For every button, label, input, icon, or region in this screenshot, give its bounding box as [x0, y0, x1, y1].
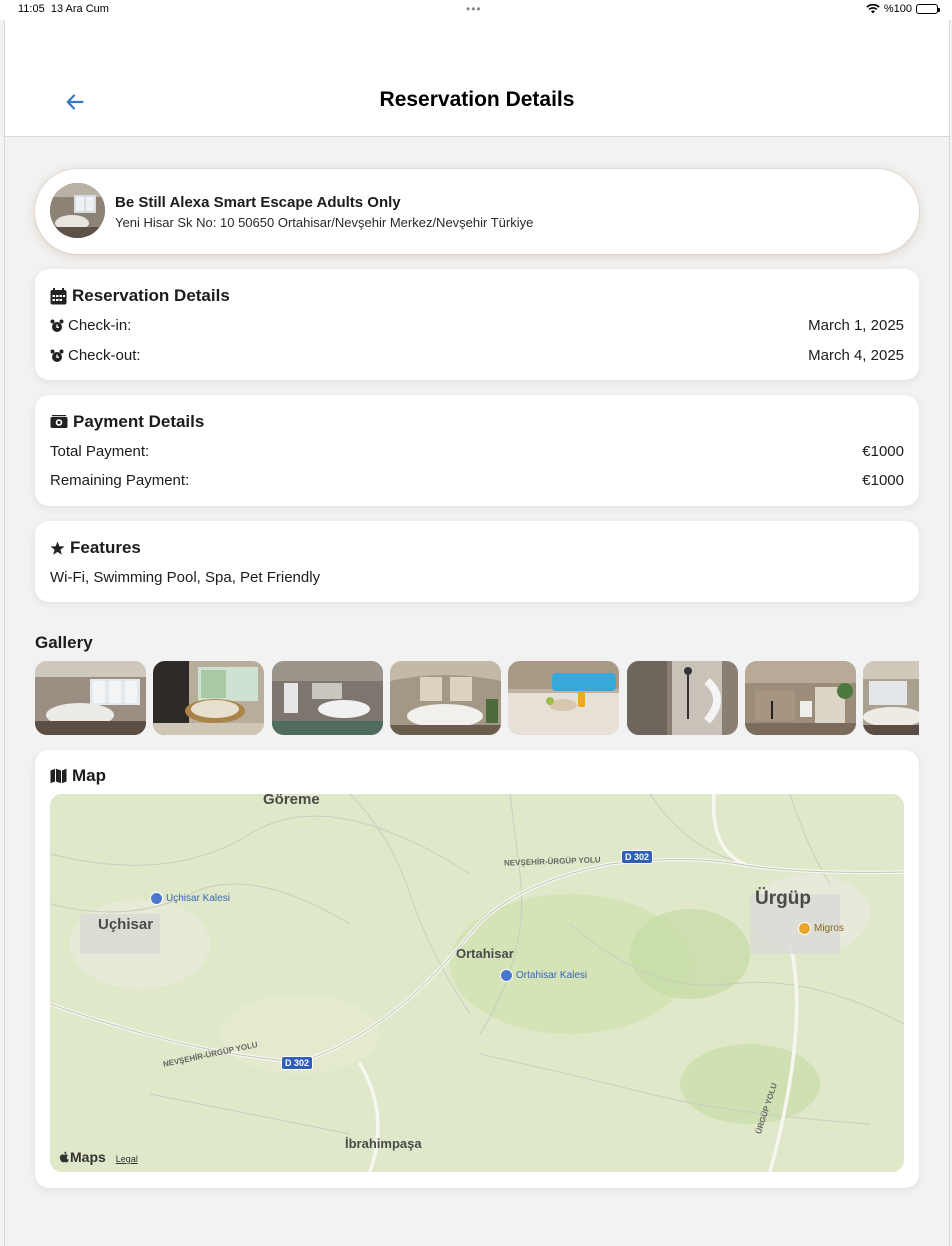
- map-poi-uchisar-kalesi[interactable]: Uçhisar Kalesi: [150, 892, 230, 905]
- payment-title-text: Payment Details: [73, 412, 205, 431]
- status-right: %100: [866, 3, 940, 15]
- total-payment-row: Total Payment: €1000: [50, 443, 904, 460]
- gallery-title: Gallery: [35, 633, 93, 652]
- status-time: 11:05 13 Ara Cum: [18, 3, 109, 15]
- checkin-label: Check-in:: [68, 317, 132, 334]
- checkin-row: Check-in: March 1, 2025: [50, 317, 904, 334]
- reservation-section-title: Reservation Details: [50, 286, 230, 306]
- hotel-name: Be Still Alexa Smart Escape Adults Only: [115, 194, 401, 211]
- map-label-uchisar: Uçhisar: [98, 916, 154, 933]
- features-title-text: Features: [70, 538, 141, 557]
- highway-shield-d302-top: D 302: [621, 850, 654, 864]
- map-card: Map Göreme Uçhisar Uçhisar Kalesi Ortahi…: [35, 750, 919, 1188]
- map-poi-migros[interactable]: Migros: [798, 922, 844, 935]
- payment-details-card: Payment Details Total Payment: €1000 Rem…: [35, 395, 919, 506]
- checkin-value: March 1, 2025: [808, 317, 904, 334]
- money-bill-icon: [50, 414, 68, 428]
- map-label-goreme: Göreme: [263, 794, 320, 808]
- landmark-pin-icon: [150, 892, 163, 905]
- map-icon: [50, 768, 67, 784]
- remaining-payment-value: €1000: [862, 472, 904, 489]
- gallery-photo[interactable]: [390, 661, 501, 735]
- total-payment-value: €1000: [862, 443, 904, 460]
- remaining-payment-label: Remaining Payment:: [50, 472, 190, 489]
- reservation-title-text: Reservation Details: [72, 286, 230, 305]
- alarm-clock-icon: [50, 349, 64, 362]
- landmark-pin-icon: [500, 969, 513, 982]
- apple-maps-logo: Maps: [59, 1149, 106, 1165]
- alarm-clock-icon: [50, 319, 64, 332]
- calendar-icon: [50, 287, 67, 304]
- gallery-photo[interactable]: [153, 661, 264, 735]
- wifi-icon: [866, 4, 880, 14]
- highway-shield-d302-bottom: D 302: [281, 1056, 314, 1070]
- remaining-payment-row: Remaining Payment: €1000: [50, 472, 904, 489]
- multitasking-dots-icon[interactable]: •••: [466, 2, 482, 16]
- map-attribution: Maps Legal: [59, 1149, 138, 1165]
- checkout-label: Check-out:: [68, 347, 141, 364]
- battery-icon: [916, 4, 940, 14]
- apple-logo-icon: [59, 1151, 69, 1163]
- gallery-photo[interactable]: [272, 661, 383, 735]
- map-label-urgup: Ürgüp: [755, 888, 811, 909]
- gallery-photo[interactable]: [508, 661, 619, 735]
- reservation-details-card: Reservation Details Check-in: March 1, 2…: [35, 269, 919, 380]
- map-label-ibrahimpasa: İbrahimpaşa: [345, 1136, 422, 1151]
- page-title: Reservation Details: [379, 88, 575, 111]
- payment-section-title: Payment Details: [50, 412, 204, 432]
- features-card: Features Wi-Fi, Swimming Pool, Spa, Pet …: [35, 521, 919, 602]
- hotel-address: Yeni Hisar Sk No: 10 50650 Ortahisar/Nev…: [115, 215, 534, 230]
- hotel-card[interactable]: Be Still Alexa Smart Escape Adults Only …: [35, 169, 919, 254]
- map-section-title: Map: [50, 766, 106, 786]
- gallery-strip[interactable]: [35, 661, 919, 735]
- gallery-photo[interactable]: [863, 661, 919, 735]
- shopping-cart-icon: [798, 922, 811, 935]
- hotel-avatar: [50, 183, 105, 238]
- battery-percent: %100: [883, 3, 912, 15]
- map-label-ortahisar: Ortahisar: [456, 946, 514, 961]
- checkout-row: Check-out: March 4, 2025: [50, 347, 904, 364]
- features-list: Wi-Fi, Swimming Pool, Spa, Pet Friendly: [50, 569, 321, 586]
- status-bar: 11:05 13 Ara Cum ••• %100: [0, 0, 952, 20]
- navigation-bar: Reservation Details: [5, 20, 949, 137]
- map-title-text: Map: [72, 766, 106, 785]
- map-poi-ortahisar-kalesi[interactable]: Ortahisar Kalesi: [500, 969, 587, 982]
- gallery-photo[interactable]: [627, 661, 738, 735]
- total-payment-label: Total Payment:: [50, 443, 150, 460]
- features-section-title: Features: [50, 538, 141, 558]
- checkout-value: March 4, 2025: [808, 347, 904, 364]
- gallery-photo[interactable]: [35, 661, 146, 735]
- gallery-photo[interactable]: [745, 661, 856, 735]
- legal-link[interactable]: Legal: [116, 1154, 138, 1164]
- star-icon: [50, 541, 65, 555]
- map-view[interactable]: Göreme Uçhisar Uçhisar Kalesi Ortahisar …: [50, 794, 904, 1172]
